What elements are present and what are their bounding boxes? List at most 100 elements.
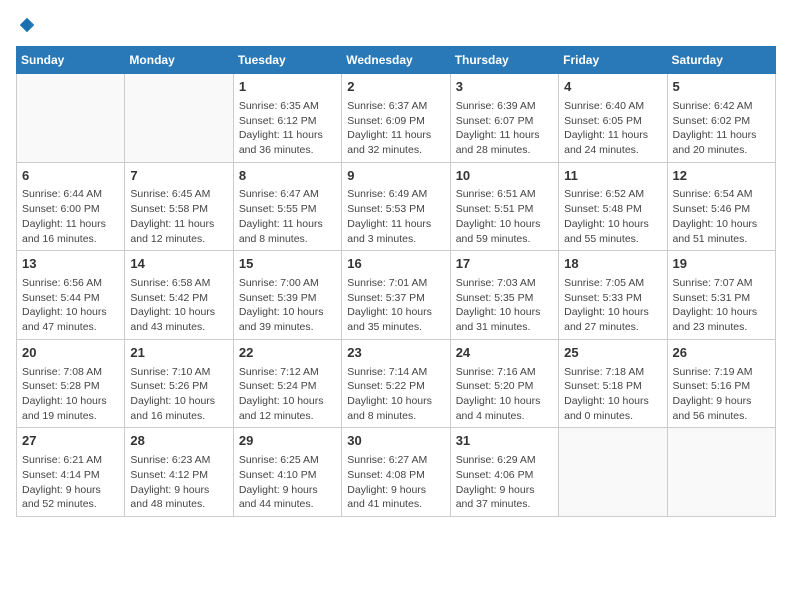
calendar-cell: 25 Sunrise: 7:18 AMSunset: 5:18 PMDayligh…	[559, 339, 667, 428]
week-row-2: 6Sunrise: 6:44 AMSunset: 6:00 PMDaylight…	[17, 162, 776, 251]
day-info: Sunrise: 6:58 AMSunset: 5:42 PMDaylight:…	[130, 276, 227, 335]
calendar-cell: 29 Sunrise: 6:25 AMSunset: 4:10 PMDayligh…	[233, 428, 341, 517]
page-header	[16, 16, 776, 34]
calendar-cell: 8Sunrise: 6:47 AMSunset: 5:55 PMDaylight…	[233, 162, 341, 251]
weekday-sunday: Sunday	[17, 47, 125, 74]
day-number: 3	[456, 78, 553, 97]
day-number: 23	[347, 344, 444, 363]
day-number: 25	[564, 344, 661, 363]
calendar-cell: 1 Sunrise: 6:35 AMSunset: 6:12 PMDaylight…	[233, 74, 341, 163]
logo-icon	[18, 16, 36, 34]
calendar-cell: 23 Sunrise: 7:14 AMSunset: 5:22 PMDayligh…	[342, 339, 450, 428]
day-number: 19	[673, 255, 770, 274]
calendar-cell: 5 Sunrise: 6:42 AMSunset: 6:02 PMDaylight…	[667, 74, 775, 163]
day-info: Sunrise: 7:16 AMSunset: 5:20 PMDaylight:…	[456, 365, 553, 424]
day-info: Sunrise: 6:51 AMSunset: 5:51 PMDaylight:…	[456, 187, 553, 246]
calendar-cell: 21Sunrise: 7:10 AMSunset: 5:26 PMDayligh…	[125, 339, 233, 428]
day-info: Sunrise: 6:23 AMSunset: 4:12 PMDaylight:…	[130, 453, 227, 512]
day-number: 13	[22, 255, 119, 274]
day-number: 22	[239, 344, 336, 363]
calendar-cell	[125, 74, 233, 163]
day-number: 17	[456, 255, 553, 274]
day-number: 12	[673, 167, 770, 186]
logo	[16, 16, 36, 34]
week-row-3: 13 Sunrise: 6:56 AMSunset: 5:44 PMDayligh…	[17, 251, 776, 340]
day-number: 29	[239, 432, 336, 451]
day-info: Sunrise: 7:05 AMSunset: 5:33 PMDaylight:…	[564, 276, 661, 335]
day-info: Sunrise: 6:56 AMSunset: 5:44 PMDaylight:…	[22, 276, 119, 335]
calendar-cell: 19Sunrise: 7:07 AMSunset: 5:31 PMDayligh…	[667, 251, 775, 340]
day-number: 5	[673, 78, 770, 97]
calendar-cell: 12Sunrise: 6:54 AMSunset: 5:46 PMDayligh…	[667, 162, 775, 251]
day-info: Sunrise: 6:21 AMSunset: 4:14 PMDaylight:…	[22, 453, 119, 512]
calendar-cell: 10Sunrise: 6:51 AMSunset: 5:51 PMDayligh…	[450, 162, 558, 251]
day-number: 26	[673, 344, 770, 363]
calendar-table: SundayMondayTuesdayWednesdayThursdayFrid…	[16, 46, 776, 517]
calendar-cell: 20 Sunrise: 7:08 AMSunset: 5:28 PMDayligh…	[17, 339, 125, 428]
day-info: Sunrise: 6:39 AMSunset: 6:07 PMDaylight:…	[456, 99, 553, 158]
calendar-cell: 22 Sunrise: 7:12 AMSunset: 5:24 PMDayligh…	[233, 339, 341, 428]
calendar-cell: 30 Sunrise: 6:27 AMSunset: 4:08 PMDayligh…	[342, 428, 450, 517]
day-info: Sunrise: 6:44 AMSunset: 6:00 PMDaylight:…	[22, 187, 119, 246]
day-info: Sunrise: 6:25 AMSunset: 4:10 PMDaylight:…	[239, 453, 336, 512]
day-number: 11	[564, 167, 661, 186]
day-info: Sunrise: 7:18 AMSunset: 5:18 PMDaylight:…	[564, 365, 661, 424]
day-info: Sunrise: 6:40 AMSunset: 6:05 PMDaylight:…	[564, 99, 661, 158]
day-number: 8	[239, 167, 336, 186]
calendar-cell: 3 Sunrise: 6:39 AMSunset: 6:07 PMDaylight…	[450, 74, 558, 163]
day-info: Sunrise: 6:27 AMSunset: 4:08 PMDaylight:…	[347, 453, 444, 512]
week-row-5: 27 Sunrise: 6:21 AMSunset: 4:14 PMDayligh…	[17, 428, 776, 517]
weekday-friday: Friday	[559, 47, 667, 74]
calendar-cell: 4 Sunrise: 6:40 AMSunset: 6:05 PMDaylight…	[559, 74, 667, 163]
calendar-cell: 15 Sunrise: 7:00 AMSunset: 5:39 PMDayligh…	[233, 251, 341, 340]
calendar-cell: 24 Sunrise: 7:16 AMSunset: 5:20 PMDayligh…	[450, 339, 558, 428]
day-info: Sunrise: 6:54 AMSunset: 5:46 PMDaylight:…	[673, 187, 770, 246]
day-info: Sunrise: 7:01 AMSunset: 5:37 PMDaylight:…	[347, 276, 444, 335]
day-info: Sunrise: 7:19 AMSunset: 5:16 PMDaylight:…	[673, 365, 770, 424]
calendar-cell: 16 Sunrise: 7:01 AMSunset: 5:37 PMDayligh…	[342, 251, 450, 340]
weekday-wednesday: Wednesday	[342, 47, 450, 74]
day-info: Sunrise: 6:35 AMSunset: 6:12 PMDaylight:…	[239, 99, 336, 158]
day-number: 30	[347, 432, 444, 451]
calendar-cell	[17, 74, 125, 163]
week-row-1: 1 Sunrise: 6:35 AMSunset: 6:12 PMDaylight…	[17, 74, 776, 163]
day-number: 24	[456, 344, 553, 363]
weekday-saturday: Saturday	[667, 47, 775, 74]
weekday-thursday: Thursday	[450, 47, 558, 74]
calendar-cell: 6Sunrise: 6:44 AMSunset: 6:00 PMDaylight…	[17, 162, 125, 251]
day-number: 4	[564, 78, 661, 97]
day-info: Sunrise: 6:52 AMSunset: 5:48 PMDaylight:…	[564, 187, 661, 246]
day-number: 1	[239, 78, 336, 97]
day-number: 27	[22, 432, 119, 451]
day-info: Sunrise: 7:12 AMSunset: 5:24 PMDaylight:…	[239, 365, 336, 424]
day-number: 18	[564, 255, 661, 274]
day-number: 6	[22, 167, 119, 186]
calendar-cell: 14 Sunrise: 6:58 AMSunset: 5:42 PMDayligh…	[125, 251, 233, 340]
weekday-header-row: SundayMondayTuesdayWednesdayThursdayFrid…	[17, 47, 776, 74]
day-number: 20	[22, 344, 119, 363]
day-number: 16	[347, 255, 444, 274]
calendar-cell	[559, 428, 667, 517]
calendar-cell: 31 Sunrise: 6:29 AMSunset: 4:06 PMDayligh…	[450, 428, 558, 517]
day-number: 21	[130, 344, 227, 363]
calendar-cell: 17 Sunrise: 7:03 AMSunset: 5:35 PMDayligh…	[450, 251, 558, 340]
day-number: 28	[130, 432, 227, 451]
day-info: Sunrise: 6:47 AMSunset: 5:55 PMDaylight:…	[239, 187, 336, 246]
calendar-cell: 7Sunrise: 6:45 AMSunset: 5:58 PMDaylight…	[125, 162, 233, 251]
day-info: Sunrise: 6:29 AMSunset: 4:06 PMDaylight:…	[456, 453, 553, 512]
day-info: Sunrise: 7:08 AMSunset: 5:28 PMDaylight:…	[22, 365, 119, 424]
day-number: 14	[130, 255, 227, 274]
calendar-cell: 9Sunrise: 6:49 AMSunset: 5:53 PMDaylight…	[342, 162, 450, 251]
calendar-cell: 2Sunrise: 6:37 AMSunset: 6:09 PMDaylight…	[342, 74, 450, 163]
day-info: Sunrise: 7:14 AMSunset: 5:22 PMDaylight:…	[347, 365, 444, 424]
calendar-cell: 27 Sunrise: 6:21 AMSunset: 4:14 PMDayligh…	[17, 428, 125, 517]
day-info: Sunrise: 6:45 AMSunset: 5:58 PMDaylight:…	[130, 187, 227, 246]
day-info: Sunrise: 7:00 AMSunset: 5:39 PMDaylight:…	[239, 276, 336, 335]
calendar-cell: 18 Sunrise: 7:05 AMSunset: 5:33 PMDayligh…	[559, 251, 667, 340]
day-info: Sunrise: 7:03 AMSunset: 5:35 PMDaylight:…	[456, 276, 553, 335]
day-number: 31	[456, 432, 553, 451]
day-number: 2	[347, 78, 444, 97]
calendar-cell: 26 Sunrise: 7:19 AMSunset: 5:16 PMDayligh…	[667, 339, 775, 428]
day-info: Sunrise: 6:42 AMSunset: 6:02 PMDaylight:…	[673, 99, 770, 158]
day-number: 15	[239, 255, 336, 274]
